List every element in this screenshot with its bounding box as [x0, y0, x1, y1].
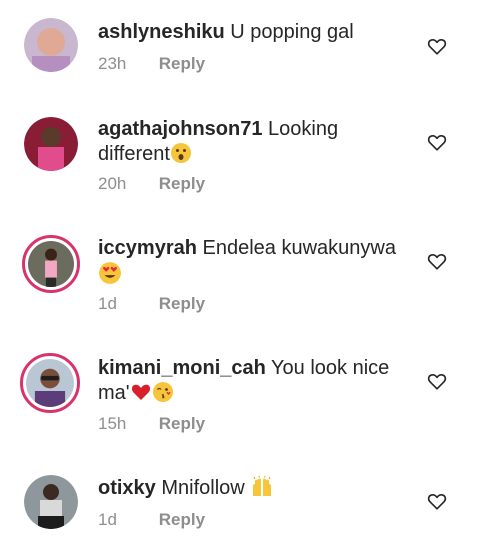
- avatar-image: [26, 359, 74, 407]
- reply-button[interactable]: Reply: [159, 174, 205, 193]
- comment-meta: 15h Reply: [98, 413, 205, 435]
- comment-text: agathajohnson71 Looking different: [98, 117, 398, 167]
- comment-meta: 20h Reply: [98, 173, 205, 195]
- comment-meta: 1d Reply: [98, 293, 205, 315]
- comment-meta: 23h Reply: [98, 53, 205, 75]
- comment-time: 15h: [98, 414, 127, 433]
- avatar[interactable]: [24, 117, 78, 171]
- red-heart-emoji: [131, 384, 150, 400]
- comment-text: ashlyneshiku U popping gal: [98, 20, 398, 45]
- heart-outline-icon[interactable]: [426, 370, 448, 392]
- avatar[interactable]: [22, 235, 80, 293]
- comment-time: 1d: [98, 510, 117, 529]
- heart-outline-icon[interactable]: [426, 250, 448, 272]
- comment-text: iccymyrah Endelea kuwakunywa: [98, 236, 398, 288]
- reply-button[interactable]: Reply: [159, 294, 205, 313]
- comment-time: 1d: [98, 294, 117, 313]
- avatar-image: [24, 117, 78, 171]
- comment-time: 20h: [98, 174, 127, 193]
- heart-outline-icon[interactable]: [426, 35, 448, 57]
- comment-username[interactable]: kimani_moni_cah: [98, 357, 266, 379]
- avatar-image: [24, 18, 78, 72]
- avatar[interactable]: [20, 353, 80, 413]
- reply-button[interactable]: Reply: [159, 54, 205, 73]
- comment-body: U popping gal: [230, 21, 354, 43]
- comment-meta: 1d Reply: [98, 509, 205, 531]
- heart-outline-icon[interactable]: [426, 131, 448, 153]
- comment-text: otixky Mnifollow: [98, 476, 398, 501]
- reply-button[interactable]: Reply: [159, 510, 205, 529]
- avatar-image: [28, 241, 74, 287]
- face-blowing-kiss-emoji: [152, 382, 173, 402]
- reply-button[interactable]: Reply: [159, 414, 205, 433]
- comment-username[interactable]: ashlyneshiku: [98, 21, 225, 43]
- astonished-face-emoji: [170, 143, 191, 163]
- comment-body: Endelea kuwakunywa: [202, 237, 396, 259]
- avatar[interactable]: [24, 18, 78, 72]
- comment-time: 23h: [98, 54, 127, 73]
- comment-username[interactable]: iccymyrah: [98, 237, 197, 259]
- avatar-image: [24, 475, 78, 529]
- heart-outline-icon[interactable]: [426, 490, 448, 512]
- comment-body: Mnifollow: [161, 477, 245, 499]
- comment-text: kimani_moni_cah You look nice ma': [98, 356, 398, 406]
- raising-hands-emoji: [253, 476, 272, 496]
- avatar[interactable]: [24, 475, 78, 529]
- comment-username[interactable]: otixky: [98, 477, 156, 499]
- comment-username[interactable]: agathajohnson71: [98, 118, 262, 140]
- heart-eyes-emoji: [99, 262, 121, 284]
